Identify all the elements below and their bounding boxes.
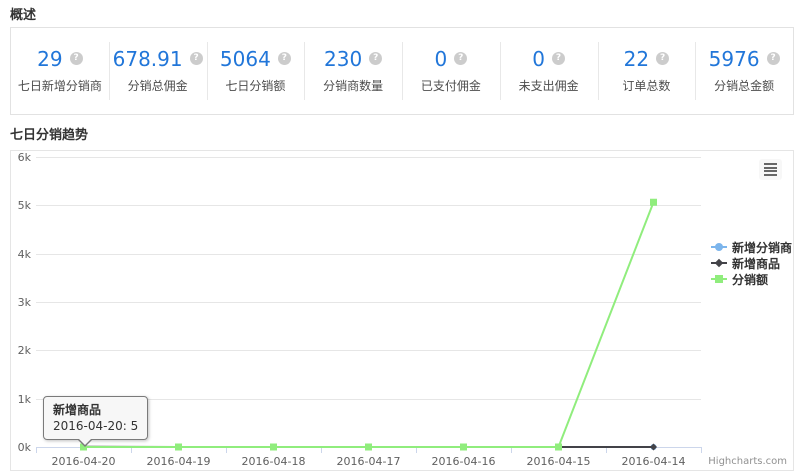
stat-label: 七日分销额 <box>225 77 285 94</box>
series-line <box>84 202 654 447</box>
highcharts-credits[interactable]: Highcharts.com <box>708 456 787 467</box>
series-marker <box>365 444 372 451</box>
trend-chart: 0k1k2k3k4k5k6k2016-04-202016-04-192016-0… <box>10 150 794 471</box>
export-menu-button[interactable] <box>759 159 782 180</box>
legend-marker-icon <box>711 255 727 271</box>
series-marker <box>650 444 657 451</box>
chart-tooltip: 新增商品2016-04-20: 5 <box>43 396 148 440</box>
stat-value: 29 <box>37 49 62 69</box>
stat-label: 未支出佣金 <box>519 77 579 94</box>
legend-label: 新增商品 <box>732 255 780 272</box>
overview-stats-panel: 29?七日新增分销商678.91?分销总佣金5064?七日分销额230?分销商数… <box>10 27 794 115</box>
stat-value: 678.91 <box>113 49 183 69</box>
series-marker <box>460 444 467 451</box>
stat-value: 22 <box>624 49 649 69</box>
series-marker <box>555 444 562 451</box>
trend-section-title: 七日分销趋势 <box>10 124 88 143</box>
stat-card: 0? 已支付佣金 <box>402 28 500 114</box>
legend-label: 分销额 <box>732 271 768 288</box>
stat-value: 5976 <box>709 49 760 69</box>
stat-value: 0 <box>435 49 448 69</box>
help-icon[interactable]: ? <box>70 52 83 65</box>
help-icon[interactable]: ? <box>767 52 780 65</box>
legend-marker-icon <box>711 271 727 287</box>
stat-card: 678.91?分销总佣金 <box>109 28 207 114</box>
chart-plot-area[interactable]: 0k1k2k3k4k5k6k2016-04-202016-04-192016-0… <box>11 151 793 470</box>
help-icon[interactable]: ? <box>369 52 382 65</box>
overview-section-title: 概述 <box>10 4 36 23</box>
stat-card: 5064? 七日分销额 <box>207 28 305 114</box>
stat-card: 0? 未支出佣金 <box>500 28 598 114</box>
series-marker <box>270 444 277 451</box>
tooltip-series-name: 新增商品 <box>53 402 138 418</box>
chart-legend: 新增分销商新增商品分销额 <box>711 239 792 287</box>
help-icon[interactable]: ? <box>454 52 467 65</box>
stat-card: 230? 分销商数量 <box>304 28 402 114</box>
legend-item-diamond[interactable]: 新增商品 <box>711 255 792 271</box>
stat-value: 5064 <box>220 49 271 69</box>
legend-item-square[interactable]: 分销额 <box>711 271 792 287</box>
series-marker <box>175 444 182 451</box>
stat-card: 29? 七日新增分销商 <box>11 28 109 114</box>
stat-label: 分销商数量 <box>323 77 383 94</box>
stat-value: 230 <box>324 49 362 69</box>
legend-item-circle[interactable]: 新增分销商 <box>711 239 792 255</box>
stat-label: 订单总数 <box>622 77 670 94</box>
stat-card: 22? 订单总数 <box>598 28 696 114</box>
help-icon[interactable]: ? <box>552 52 565 65</box>
stat-label: 已支付佣金 <box>421 77 481 94</box>
hamburger-icon <box>764 163 777 176</box>
stat-label: 分销总佣金 <box>128 77 188 94</box>
help-icon[interactable]: ? <box>656 52 669 65</box>
help-icon[interactable]: ? <box>278 52 291 65</box>
series-marker <box>650 199 657 206</box>
stat-card: 5976? 分销总金额 <box>695 28 793 114</box>
stat-label: 七日新增分销商 <box>18 77 102 94</box>
legend-marker-icon <box>711 239 727 255</box>
legend-label: 新增分销商 <box>732 239 792 256</box>
stat-label: 分销总金额 <box>714 77 774 94</box>
stat-value: 0 <box>532 49 545 69</box>
tooltip-value: 2016-04-20: 5 <box>53 418 138 434</box>
help-icon[interactable]: ? <box>190 52 203 65</box>
